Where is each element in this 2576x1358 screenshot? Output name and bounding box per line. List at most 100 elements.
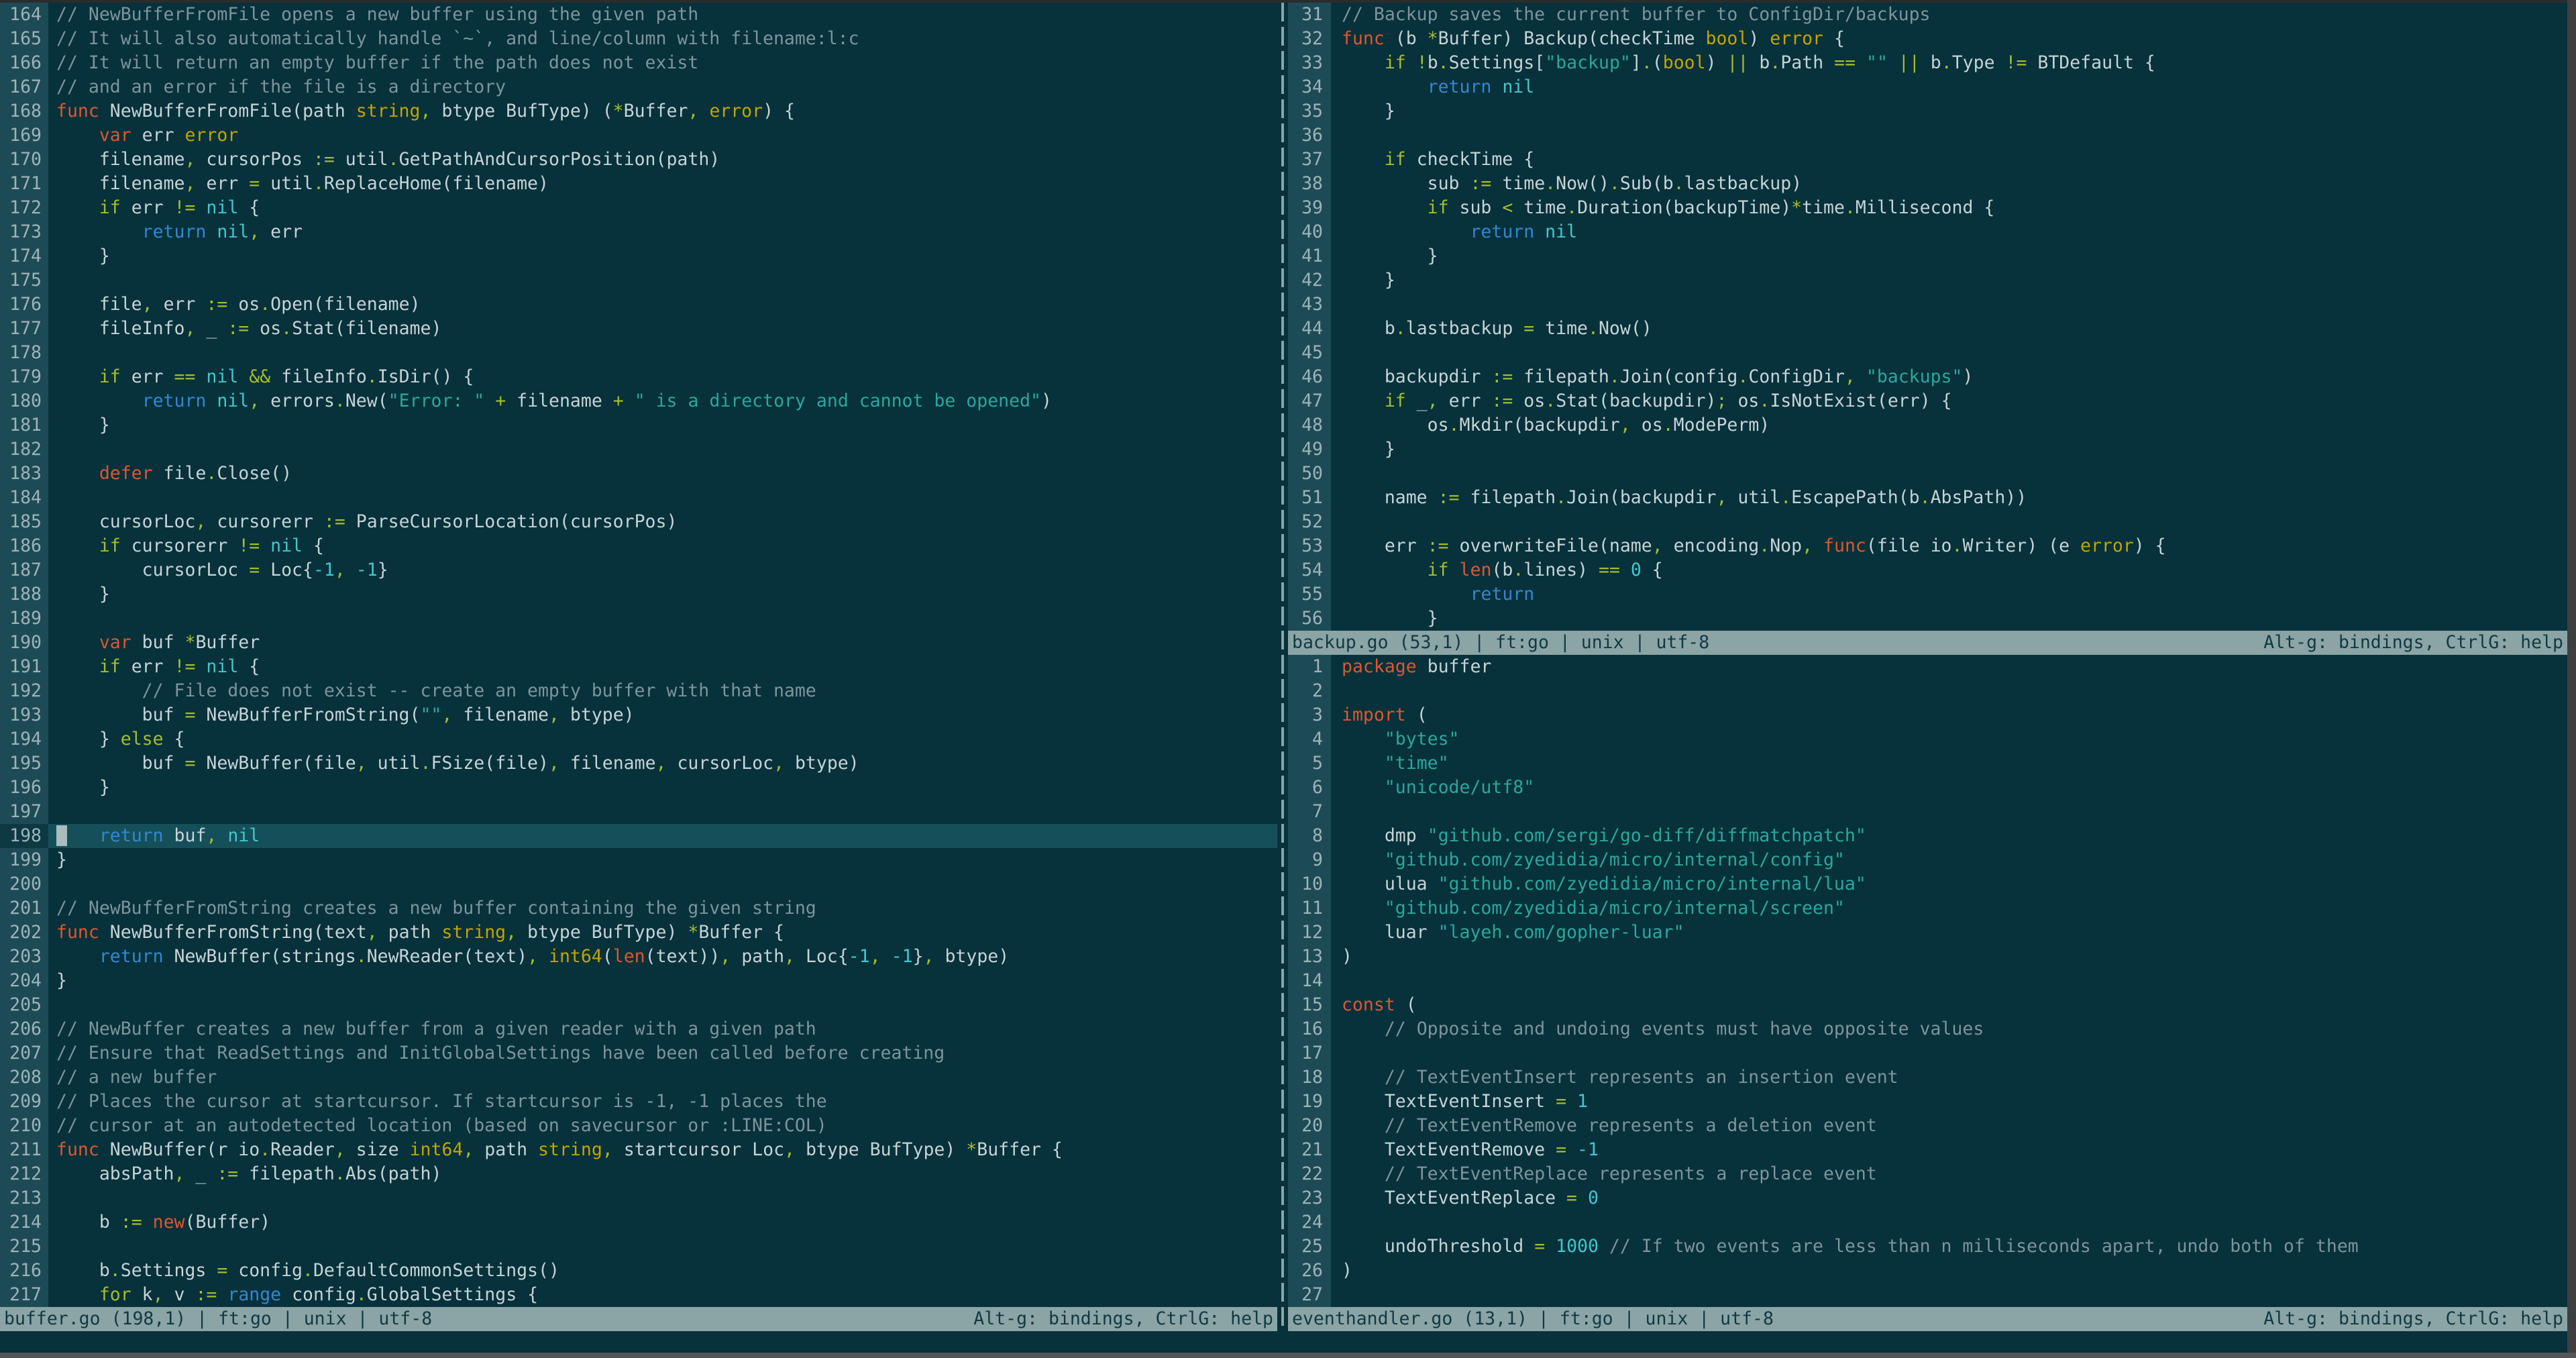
code-line[interactable]: 217 for k, v := range config.GlobalSetti… bbox=[0, 1283, 1277, 1307]
code-line[interactable]: 11 "github.com/zyedidia/micro/internal/s… bbox=[1288, 896, 2567, 921]
code-line[interactable]: 207 // Ensure that ReadSettings and InitG… bbox=[0, 1041, 1277, 1065]
code-line[interactable]: 41 } bbox=[1288, 244, 2567, 268]
code-line[interactable]: 39 if sub < time.Duration(backupTime)*ti… bbox=[1288, 196, 2567, 220]
code-line[interactable]: 194 } else { bbox=[0, 727, 1277, 751]
editor-pane-backup-go[interactable]: 31 // Backup saves the current buffer to … bbox=[1288, 3, 2567, 631]
code-line[interactable]: 197 bbox=[0, 800, 1277, 824]
code-line[interactable]: 179 if err == nil && fileInfo.IsDir() { bbox=[0, 365, 1277, 389]
code-line[interactable]: 198 return buf, nil bbox=[0, 824, 1277, 848]
code-line[interactable]: 51 name := filepath.Join(backupdir, util… bbox=[1288, 486, 2567, 510]
code-line[interactable]: 202 func NewBufferFromString(text, path s… bbox=[0, 921, 1277, 945]
code-line[interactable]: 211 func NewBuffer(r io.Reader, size int6… bbox=[0, 1138, 1277, 1162]
code-line[interactable]: 165 // It will also automatically handle … bbox=[0, 27, 1277, 51]
code-line[interactable]: 19 TextEventInsert = 1 bbox=[1288, 1090, 2567, 1114]
code-line[interactable]: 23 TextEventReplace = 0 bbox=[1288, 1186, 2567, 1210]
code-line[interactable]: 38 sub := time.Now().Sub(b.lastbackup) bbox=[1288, 172, 2567, 196]
code-line[interactable]: 25 undoThreshold = 1000 // If two events… bbox=[1288, 1235, 2567, 1259]
code-line[interactable]: 52 bbox=[1288, 510, 2567, 534]
code-line[interactable]: 203 return NewBuffer(strings.NewReader(t… bbox=[0, 945, 1277, 969]
code-line[interactable]: 184 bbox=[0, 486, 1277, 510]
code-line[interactable]: 174 } bbox=[0, 244, 1277, 268]
code-line[interactable]: 216 b.Settings = config.DefaultCommonSet… bbox=[0, 1259, 1277, 1283]
code-line[interactable]: 16 // Opposite and undoing events must h… bbox=[1288, 1017, 2567, 1041]
code-line[interactable]: 47 if _, err := os.Stat(backupdir); os.I… bbox=[1288, 389, 2567, 413]
code-line[interactable]: 181 } bbox=[0, 413, 1277, 437]
code-line[interactable]: 43 bbox=[1288, 293, 2567, 317]
code-line[interactable]: 18 // TextEventInsert represents an inse… bbox=[1288, 1065, 2567, 1090]
code-line[interactable]: 172 if err != nil { bbox=[0, 196, 1277, 220]
code-line[interactable]: 37 if checkTime { bbox=[1288, 148, 2567, 172]
code-line[interactable]: 164 // NewBufferFromFile opens a new buff… bbox=[0, 3, 1277, 27]
code-line[interactable]: 166 // It will return an empty buffer if … bbox=[0, 51, 1277, 75]
editor-pane-buffer-go[interactable]: 164 // NewBufferFromFile opens a new buff… bbox=[0, 3, 1277, 1307]
code-line[interactable]: 167 // and an error if the file is a dire… bbox=[0, 75, 1277, 99]
code-line[interactable]: 193 buf = NewBufferFromString("", filena… bbox=[0, 703, 1277, 727]
code-line[interactable]: 208 // a new buffer bbox=[0, 1065, 1277, 1090]
code-line[interactable]: 210 // cursor at an autodetected location… bbox=[0, 1114, 1277, 1138]
command-line[interactable] bbox=[0, 1331, 2567, 1353]
code-line[interactable]: 48 os.Mkdir(backupdir, os.ModePerm) bbox=[1288, 413, 2567, 437]
code-line[interactable]: 17 bbox=[1288, 1041, 2567, 1065]
code-line[interactable]: 192 // File does not exist -- create an … bbox=[0, 679, 1277, 703]
code-line[interactable]: 213 bbox=[0, 1186, 1277, 1210]
code-line[interactable]: 190 var buf *Buffer bbox=[0, 631, 1277, 655]
code-line[interactable]: 199} bbox=[0, 848, 1277, 872]
code-line[interactable]: 204} bbox=[0, 969, 1277, 993]
code-line[interactable]: 15 const ( bbox=[1288, 993, 2567, 1017]
code-line[interactable]: 177 fileInfo, _ := os.Stat(filename) bbox=[0, 317, 1277, 341]
code-line[interactable]: 49 } bbox=[1288, 437, 2567, 462]
code-line[interactable]: 8 dmp "github.com/sergi/go-diff/diffmatc… bbox=[1288, 824, 2567, 848]
code-line[interactable]: 196 } bbox=[0, 776, 1277, 800]
code-line[interactable]: 45 bbox=[1288, 341, 2567, 365]
code-line[interactable]: 54 if len(b.lines) == 0 { bbox=[1288, 558, 2567, 582]
code-line[interactable]: 1 package buffer bbox=[1288, 655, 2567, 679]
code-line[interactable]: 36 bbox=[1288, 123, 2567, 148]
code-line[interactable]: 34 return nil bbox=[1288, 75, 2567, 99]
code-line[interactable]: 55 return bbox=[1288, 582, 2567, 607]
code-line[interactable]: 6 "unicode/utf8" bbox=[1288, 776, 2567, 800]
code-line[interactable]: 186 if cursorerr != nil { bbox=[0, 534, 1277, 558]
code-line[interactable]: 35 } bbox=[1288, 99, 2567, 123]
code-line[interactable]: 171 filename, err = util.ReplaceHome(fil… bbox=[0, 172, 1277, 196]
code-line[interactable]: 50 bbox=[1288, 462, 2567, 486]
code-line[interactable]: 195 buf = NewBuffer(file, util.FSize(fil… bbox=[0, 751, 1277, 776]
code-line[interactable]: 9 "github.com/zyedidia/micro/internal/co… bbox=[1288, 848, 2567, 872]
code-line[interactable]: 191 if err != nil { bbox=[0, 655, 1277, 679]
code-line[interactable]: 13) bbox=[1288, 945, 2567, 969]
code-line[interactable]: 44 b.lastbackup = time.Now() bbox=[1288, 317, 2567, 341]
code-line[interactable]: 180 return nil, errors.New("Error: " + f… bbox=[0, 389, 1277, 413]
code-line[interactable]: 24 bbox=[1288, 1210, 2567, 1235]
code-line[interactable]: 176 file, err := os.Open(filename) bbox=[0, 293, 1277, 317]
code-line[interactable]: 32 func (b *Buffer) Backup(checkTime bool… bbox=[1288, 27, 2567, 51]
code-line[interactable]: 212 absPath, _ := filepath.Abs(path) bbox=[0, 1162, 1277, 1186]
code-line[interactable]: 188 } bbox=[0, 582, 1277, 607]
code-line[interactable]: 214 b := new(Buffer) bbox=[0, 1210, 1277, 1235]
code-line[interactable]: 206 // NewBuffer creates a new buffer fro… bbox=[0, 1017, 1277, 1041]
code-line[interactable]: 168 func NewBufferFromFile(path string, b… bbox=[0, 99, 1277, 123]
code-line[interactable]: 4 "bytes" bbox=[1288, 727, 2567, 751]
code-line[interactable]: 53 err := overwriteFile(name, encoding.N… bbox=[1288, 534, 2567, 558]
code-line[interactable]: 2 bbox=[1288, 679, 2567, 703]
code-line[interactable]: 21 TextEventRemove = -1 bbox=[1288, 1138, 2567, 1162]
code-line[interactable]: 7 bbox=[1288, 800, 2567, 824]
code-line[interactable]: 27 bbox=[1288, 1283, 2567, 1307]
code-line[interactable]: 169 var err error bbox=[0, 123, 1277, 148]
code-line[interactable]: 175 bbox=[0, 268, 1277, 293]
code-line[interactable]: 33 if !b.Settings["backup"].(bool) || b.… bbox=[1288, 51, 2567, 75]
code-line[interactable]: 26) bbox=[1288, 1259, 2567, 1283]
code-line[interactable]: 187 cursorLoc = Loc{-1, -1} bbox=[0, 558, 1277, 582]
code-line[interactable]: 200 bbox=[0, 872, 1277, 896]
editor-pane-eventhandler-go[interactable]: 1 package buffer 2 3 import (4 "bytes" 5 "tim… bbox=[1288, 655, 2567, 1307]
code-line[interactable]: 46 backupdir := filepath.Join(config.Con… bbox=[1288, 365, 2567, 389]
code-line[interactable]: 215 bbox=[0, 1235, 1277, 1259]
code-line[interactable]: 209 // Places the cursor at startcursor. … bbox=[0, 1090, 1277, 1114]
code-line[interactable]: 42 } bbox=[1288, 268, 2567, 293]
code-line[interactable]: 22 // TextEventReplace represents a repl… bbox=[1288, 1162, 2567, 1186]
code-line[interactable]: 189 bbox=[0, 607, 1277, 631]
code-line[interactable]: 185 cursorLoc, cursorerr := ParseCursorL… bbox=[0, 510, 1277, 534]
code-line[interactable]: 31 // Backup saves the current buffer to … bbox=[1288, 3, 2567, 27]
code-line[interactable]: 12 luar "layeh.com/gopher-luar" bbox=[1288, 921, 2567, 945]
code-line[interactable]: 10 ulua "github.com/zyedidia/micro/inter… bbox=[1288, 872, 2567, 896]
code-line[interactable]: 20 // TextEventRemove represents a delet… bbox=[1288, 1114, 2567, 1138]
code-line[interactable]: 178 bbox=[0, 341, 1277, 365]
